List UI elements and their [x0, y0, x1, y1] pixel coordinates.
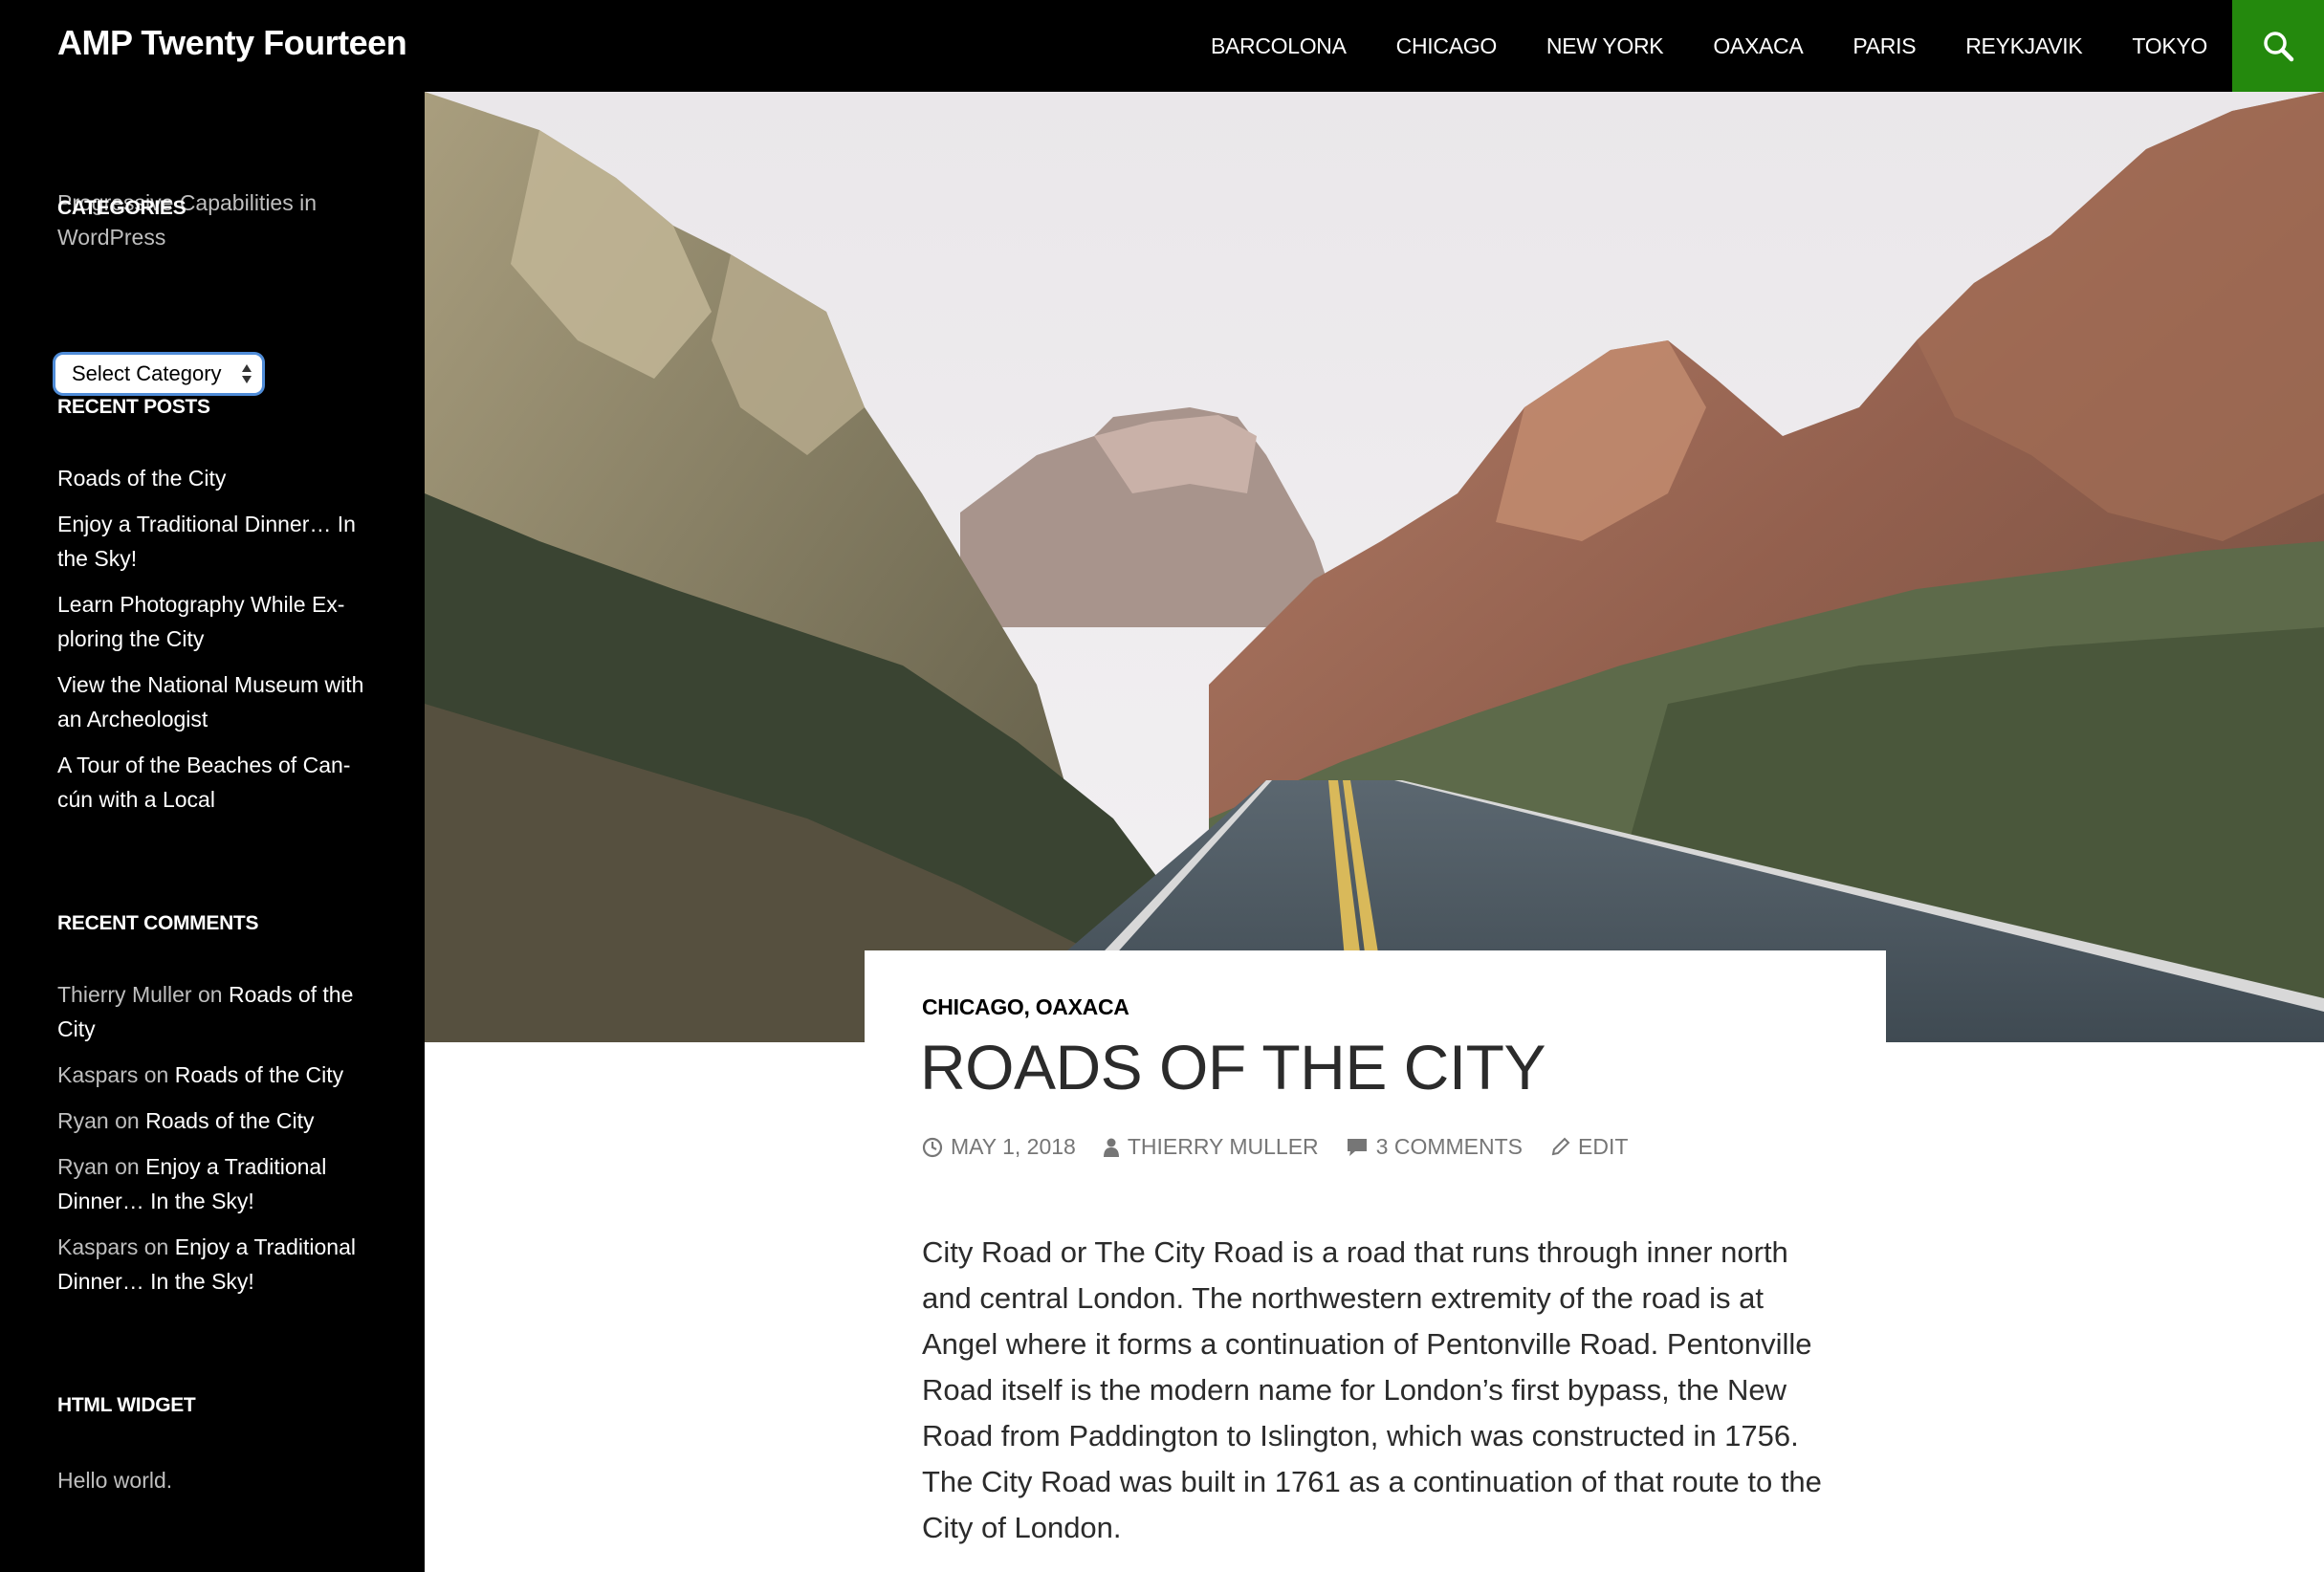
post-author[interactable]: THIERRY MULLER: [1103, 1134, 1319, 1160]
comment-post-link[interactable]: Roads of the City: [145, 1108, 314, 1133]
recent-posts-list: Roads of the City Enjoy a Traditional Di…: [57, 461, 373, 828]
comment-on-text: on: [108, 1154, 146, 1179]
clock-icon: [922, 1137, 943, 1157]
post-title[interactable]: ROADS OF THE CITY: [920, 1031, 1546, 1103]
comment-icon: [1347, 1138, 1367, 1156]
mountain-road-image: [425, 92, 2324, 1042]
html-widget-title: HTML WIDGET: [57, 1394, 196, 1416]
category-select[interactable]: Select Category: [55, 355, 262, 393]
site-header: AMP Twenty Fourteen BARCOLONA CHICAGO NE…: [0, 0, 2324, 92]
recent-post-link[interactable]: Roads of the City: [57, 466, 226, 491]
nav-item-tokyo[interactable]: TOKYO: [2107, 0, 2232, 92]
list-item: Roads of the City: [57, 461, 373, 495]
list-item: Kaspars on Roads of the City: [57, 1058, 373, 1092]
nav-item-barcolona[interactable]: BARCOLONA: [1186, 0, 1371, 92]
comment-on-text: on: [108, 1108, 146, 1133]
recent-post-link[interactable]: A Tour of the Beaches of Can­cún with a …: [57, 753, 350, 812]
list-item: A Tour of the Beaches of Can­cún with a …: [57, 748, 373, 817]
categories-widget-title: CATEGORIES: [57, 197, 186, 219]
comment-post-link[interactable]: Roads of the City: [175, 1062, 343, 1087]
list-item: Learn Photography While Ex­ploring the C…: [57, 587, 373, 656]
list-item: Thierry Muller on Roads of the City: [57, 977, 373, 1046]
recent-post-link[interactable]: Learn Photography While Ex­ploring the C…: [57, 592, 344, 651]
pencil-icon: [1551, 1137, 1570, 1155]
site-description: Progressive Capabilities in WordPress: [57, 190, 318, 250]
sidebar: Progressive Capabilities in WordPress CA…: [0, 92, 425, 1572]
list-item: Kaspars on Enjoy a Traditional Dinner… I…: [57, 1230, 373, 1299]
search-icon: [2264, 32, 2294, 62]
post-categories: CHICAGO, OAXACA: [922, 994, 1129, 1020]
comment-author: Kaspars: [57, 1062, 139, 1087]
category-separator: ,: [1023, 994, 1030, 1019]
comment-author: Kaspars: [57, 1234, 139, 1259]
post-comments-text: 3 COMMENTS: [1375, 1134, 1524, 1159]
site-title[interactable]: AMP Twenty Fourteen: [57, 23, 407, 63]
post-category-link[interactable]: OAXACA: [1036, 994, 1129, 1019]
post-date[interactable]: MAY 1, 2018: [922, 1134, 1076, 1160]
list-item: Ryan on Enjoy a Traditional Dinner… In t…: [57, 1149, 373, 1218]
recent-post-link[interactable]: View the National Museum with an Archeol…: [57, 672, 363, 731]
search-toggle-button[interactable]: [2232, 0, 2324, 92]
user-icon: [1103, 1138, 1119, 1157]
comment-author: Thierry Muller: [57, 982, 192, 1007]
nav-item-new-york[interactable]: NEW YORK: [1522, 0, 1688, 92]
recent-post-link[interactable]: Enjoy a Traditional Dinner… In the Sky!: [57, 512, 356, 571]
recent-posts-widget-title: RECENT POSTS: [57, 396, 210, 418]
nav-item-oaxaca[interactable]: OAXACA: [1688, 0, 1828, 92]
list-item: Enjoy a Traditional Dinner… In the Sky!: [57, 507, 373, 576]
post-author-text: THIERRY MULLER: [1127, 1134, 1319, 1159]
recent-comments-widget-title: RECENT COMMENTS: [57, 912, 259, 934]
comment-on-text: on: [191, 982, 229, 1007]
comment-author: Ryan: [57, 1154, 109, 1179]
comment-on-text: on: [138, 1234, 175, 1259]
post-category-link[interactable]: CHICAGO: [922, 994, 1024, 1019]
comment-author: Ryan: [57, 1108, 109, 1133]
post-edit-text: EDIT: [1578, 1134, 1629, 1159]
featured-image[interactable]: [425, 92, 2324, 1042]
comment-on-text: on: [138, 1062, 175, 1087]
nav-item-chicago[interactable]: CHICAGO: [1371, 0, 1522, 92]
nav-item-reykjavik[interactable]: REYKJAVIK: [1940, 0, 2107, 92]
list-item: View the National Museum with an Archeol…: [57, 667, 373, 736]
post-date-text: MAY 1, 2018: [951, 1134, 1076, 1159]
post-edit-link[interactable]: EDIT: [1549, 1134, 1628, 1160]
html-widget-text: Hello world.: [57, 1468, 173, 1493]
primary-navigation: BARCOLONA CHICAGO NEW YORK OAXACA PARIS …: [1186, 0, 2232, 92]
category-select-value: Select Category: [72, 361, 222, 385]
post-article: CHICAGO, OAXACA ROADS OF THE CITY MAY 1,…: [865, 950, 1886, 1572]
post-meta: MAY 1, 2018 THIERRY MULLER 3 COMMENTS ED…: [922, 1134, 1655, 1160]
recent-comments-list: Thierry Muller on Roads of the City Kasp…: [57, 977, 373, 1310]
nav-item-paris[interactable]: PARIS: [1828, 0, 1940, 92]
list-item: Ryan on Roads of the City: [57, 1103, 373, 1138]
post-comments-link[interactable]: 3 COMMENTS: [1346, 1134, 1523, 1160]
select-arrows-icon: [242, 364, 252, 383]
post-content: City Road or The City Road is a road tha…: [922, 1235, 1822, 1544]
